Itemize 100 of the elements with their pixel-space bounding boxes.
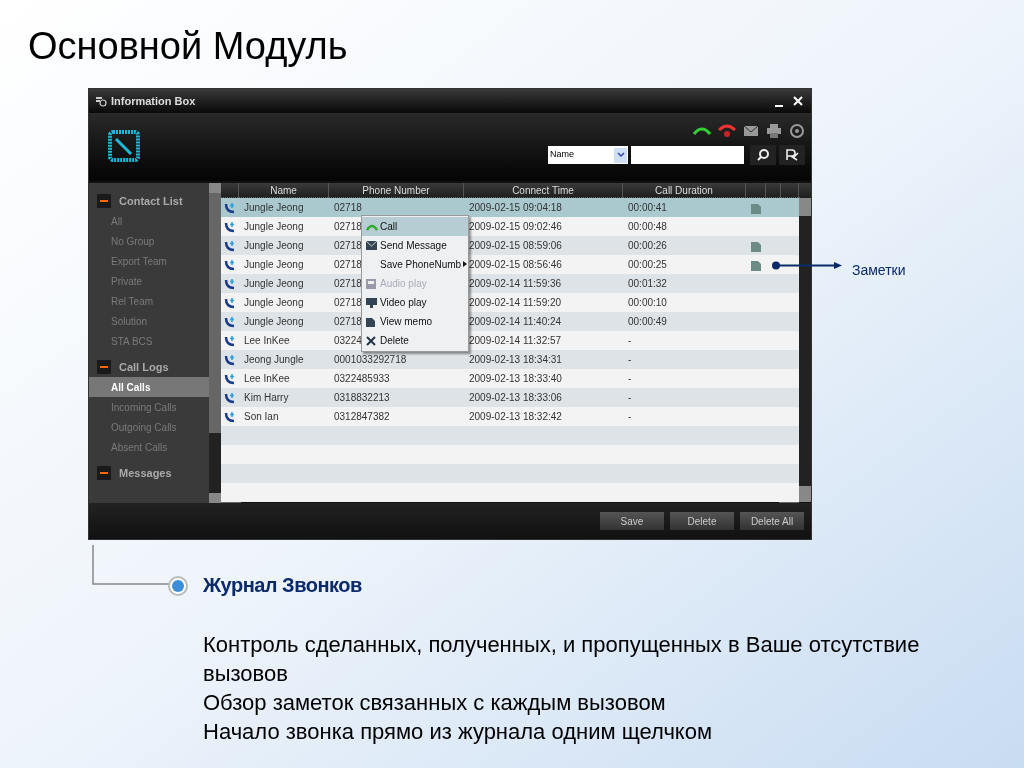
collapse-icon[interactable] — [97, 360, 111, 374]
collapse-icon[interactable] — [97, 194, 111, 208]
table-cell: 02718 — [334, 240, 362, 251]
phone-logo-icon — [107, 129, 141, 163]
table-cell: 02718 — [334, 221, 362, 232]
incoming-call-icon — [224, 410, 236, 423]
sidebar-section-title: Messages — [119, 465, 172, 481]
call-icon[interactable] — [693, 126, 711, 136]
memo-icon[interactable] — [751, 258, 761, 271]
table-cell: Lee InKee — [244, 373, 290, 384]
incoming-call-icon — [224, 258, 236, 271]
table-cell: 00:00:49 — [628, 316, 667, 327]
description-text: Обзор заметок связанных с каждым вызовом — [203, 689, 667, 717]
search-icon — [757, 149, 769, 161]
table-cell: 2009-02-13 18:33:40 — [469, 373, 562, 384]
table-row[interactable]: Jungle Jeong 02718 2009-02-15 09:04:18 00:00:41 — [221, 198, 799, 217]
incoming-call-icon — [224, 391, 236, 404]
clear-icon — [785, 149, 799, 161]
monitor-icon — [366, 297, 377, 308]
table-cell: 0318832213 — [334, 392, 390, 403]
incoming-call-icon — [224, 220, 236, 233]
sidebar-item[interactable]: All Calls — [89, 377, 209, 397]
action-button[interactable]: Delete — [670, 512, 734, 530]
horizontal-scrollbar[interactable] — [221, 502, 811, 503]
menu-item[interactable]: View memo — [362, 312, 468, 331]
sidebar-section-title: Contact List — [119, 193, 183, 209]
column-header[interactable]: Call Duration — [655, 183, 713, 198]
table-cell: 2009-02-13 18:34:31 — [469, 354, 562, 365]
column-header[interactable]: Phone Number — [362, 183, 430, 198]
table-cell: Jungle Jeong — [244, 297, 304, 308]
table-cell: 2009-02-15 09:02:46 — [469, 221, 562, 232]
table-cell: 2009-02-14 11:59:20 — [469, 297, 562, 308]
table-cell: 2009-02-15 09:04:18 — [469, 202, 562, 213]
phone-icon — [366, 222, 378, 231]
filter-dropdown[interactable]: Name — [548, 146, 628, 164]
close-icon — [366, 335, 376, 346]
table-cell: 2009-02-14 11:32:57 — [469, 335, 562, 346]
table-cell: 02718 — [334, 297, 362, 308]
table-cell: Jungle Jeong — [244, 221, 304, 232]
app-icon — [95, 95, 107, 107]
incoming-call-icon — [224, 201, 236, 214]
action-button[interactable]: Delete All — [740, 512, 804, 530]
table-row[interactable]: Jeong Jungle 0001033292718 2009-02-13 18:34:31 - — [221, 350, 799, 369]
menu-item[interactable]: Save PhoneNumb — [362, 255, 468, 274]
table-cell: Jeong Jungle — [244, 354, 304, 365]
search-field[interactable] — [631, 146, 744, 164]
envelope-icon — [366, 241, 377, 250]
printer-icon[interactable] — [766, 124, 782, 138]
table-cell: Jungle Jeong — [244, 278, 304, 289]
table-cell: 00:00:25 — [628, 259, 667, 270]
slide-title: Основной Модуль — [28, 24, 348, 68]
table-cell: 2009-02-13 18:33:06 — [469, 392, 562, 403]
table-cell: - — [628, 354, 632, 365]
collapse-icon[interactable] — [97, 466, 111, 480]
menu-item[interactable]: Call — [362, 217, 468, 236]
table-cell: Kim Harry — [244, 392, 289, 403]
table-cell: Son Ian — [244, 411, 279, 422]
search-button[interactable] — [750, 145, 776, 165]
table-cell: Lee InKee — [244, 335, 290, 346]
table-cell: 2009-02-15 08:59:06 — [469, 240, 562, 251]
table-cell: 00:00:10 — [628, 297, 667, 308]
action-button[interactable]: Save — [600, 512, 664, 530]
callout-label: Заметки — [852, 261, 906, 280]
sidebar-scrollbar[interactable] — [209, 183, 221, 503]
table-cell: 2009-02-15 08:56:46 — [469, 259, 562, 270]
column-header[interactable]: Name — [270, 183, 297, 198]
incoming-call-icon — [224, 239, 236, 252]
sidebar-section-title: Call Logs — [119, 359, 169, 375]
column-header[interactable]: Connect Time — [512, 183, 574, 198]
table-cell: 00:00:48 — [628, 221, 667, 232]
table-row[interactable]: Kim Harry 0318832213 2009-02-13 18:33:06 - — [221, 388, 799, 407]
table-cell: 2009-02-13 18:32:42 — [469, 411, 562, 422]
close-button[interactable] — [793, 95, 805, 107]
table-cell: 00:00:26 — [628, 240, 667, 251]
memo-icon[interactable] — [751, 239, 761, 252]
settings-icon[interactable] — [789, 123, 805, 139]
menu-item[interactable]: Delete — [362, 331, 468, 350]
table-cell: - — [628, 335, 632, 346]
leader-line — [772, 261, 842, 270]
table-cell: 0322485933 — [334, 373, 390, 384]
table-cell: Jungle Jeong — [244, 259, 304, 270]
incoming-call-icon — [224, 372, 236, 385]
table-cell: 02718 — [334, 278, 362, 289]
clear-search-button[interactable] — [779, 145, 805, 165]
menu-item[interactable]: Video play — [362, 293, 468, 312]
description-text: Начало звонка прямо из журнала одним щелчком — [203, 718, 714, 746]
window-title: Information Box — [111, 93, 196, 109]
table-cell: - — [628, 392, 632, 403]
section-heading: Журнал Звонков — [203, 573, 362, 598]
speaker-icon — [366, 278, 376, 289]
menu-item[interactable]: Send Message — [362, 236, 468, 255]
table-cell: 00:01:32 — [628, 278, 667, 289]
table-cell: 2009-02-14 11:40:24 — [469, 316, 562, 327]
table-cell: 02718 — [334, 259, 362, 270]
incoming-call-icon — [224, 296, 236, 309]
table-cell: 02718 — [334, 316, 362, 327]
hang-up-icon[interactable] — [718, 124, 736, 138]
table-scrollbar[interactable] — [799, 198, 811, 502]
mail-icon[interactable] — [743, 125, 759, 137]
incoming-call-icon — [224, 334, 236, 347]
